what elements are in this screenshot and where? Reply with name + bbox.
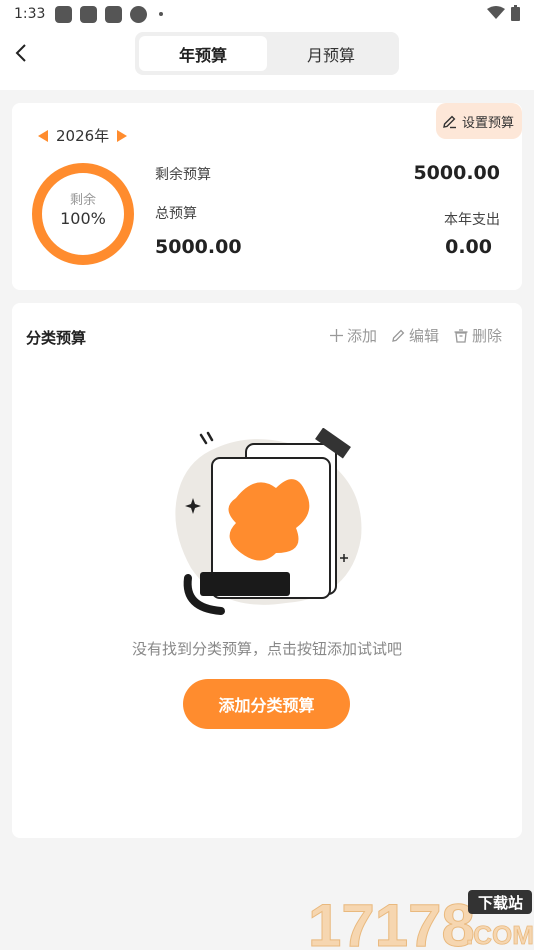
site-watermark-logo: 17178 下载站 .COM [308, 890, 534, 950]
donut-percent: 100% [60, 209, 106, 228]
add-label: 添加 [346, 327, 377, 345]
empty-state-illustration [175, 428, 362, 615]
edit-icon [392, 329, 405, 342]
category-actions: 添加 编辑 删除 [329, 325, 502, 346]
donut-label: 剩余 [69, 193, 96, 208]
watermark-number: 17178 [308, 892, 475, 950]
header: 年预算 月预算 [0, 28, 534, 90]
battery-icon [511, 5, 520, 21]
tab-yearly[interactable]: 年预算 [139, 36, 267, 71]
notification-icon [130, 5, 148, 23]
budget-period-tabs: 年预算 月预算 [135, 32, 399, 75]
budget-summary-card: 设置预算 2026年 剩余 100% 剩余预算 5000.00 总预算 5000… [12, 103, 522, 290]
status-bar: 1:33 [0, 0, 534, 28]
set-budget-button[interactable]: 设置预算 [435, 103, 522, 139]
total-budget-label: 总预算 [155, 206, 197, 222]
set-budget-label: 设置预算 [461, 115, 514, 131]
annual-spending-label: 本年支出 [444, 212, 500, 228]
add-category-action[interactable]: 添加 [329, 325, 377, 346]
back-button[interactable] [8, 38, 34, 68]
edit-icon [443, 115, 456, 128]
notification-icon [55, 5, 73, 23]
remaining-budget-label: 剩余预算 [155, 167, 211, 183]
next-year-icon[interactable] [117, 129, 128, 142]
annual-spending-value: 0.00 [445, 236, 492, 258]
category-budget-title: 分类预算 [26, 329, 87, 347]
edit-label: 编辑 [408, 327, 439, 345]
remaining-donut-chart: 剩余 100% [32, 163, 134, 265]
year-label[interactable]: 2026年 [56, 125, 109, 146]
previous-year-icon[interactable] [38, 129, 48, 142]
tab-monthly[interactable]: 月预算 [267, 36, 395, 71]
watermark-badge: 下载站 [478, 894, 523, 912]
wifi-icon [487, 6, 505, 19]
empty-state-message: 没有找到分类预算，点击按钮添加试试吧 [131, 640, 402, 658]
delete-label: 删除 [471, 327, 502, 345]
total-budget-value: 5000.00 [155, 236, 242, 258]
more-notifications-icon [159, 12, 164, 16]
plus-icon [329, 329, 343, 342]
year-switcher: 2026年 [38, 125, 128, 146]
trash-icon [454, 328, 468, 343]
notification-icon [80, 5, 98, 23]
remaining-budget-value: 5000.00 [413, 162, 500, 184]
watermark-domain: .COM [466, 920, 534, 950]
delete-category-action[interactable]: 删除 [453, 325, 502, 346]
category-budget-card: 分类预算 添加 编辑 删除 没有找到分类预算，点击按钮添加试试吧 添加分类预算 [12, 303, 522, 838]
edit-category-action[interactable]: 编辑 [391, 325, 439, 346]
notification-icon [105, 5, 123, 23]
status-time: 1:33 [14, 6, 46, 22]
chevron-left-icon [15, 44, 26, 62]
add-category-budget-button[interactable]: 添加分类预算 [183, 679, 350, 729]
